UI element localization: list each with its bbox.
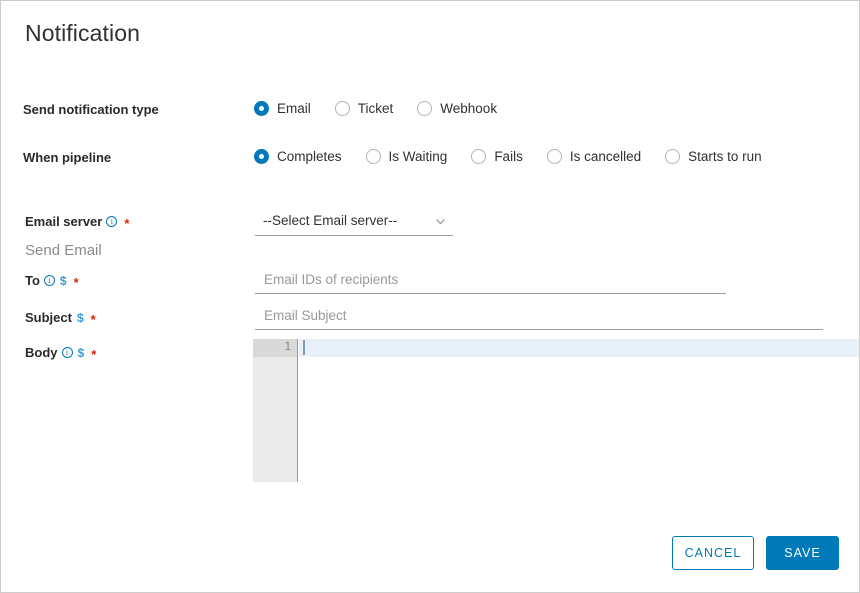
send-notification-type-label: Send notification type (23, 102, 159, 117)
radio-dot-email (254, 101, 269, 116)
required-marker: * (124, 216, 130, 231)
email-server-label: Email server * (25, 214, 130, 231)
body-label: Body $ * (25, 345, 97, 362)
radio-option-starts-to-run[interactable]: Starts to run (665, 149, 762, 164)
subject-input-placeholder: Email Subject (264, 308, 347, 323)
to-input-placeholder: Email IDs of recipients (264, 272, 399, 287)
radio-dot-starts-to-run (665, 149, 681, 164)
radio-option-webhook[interactable]: Webhook (417, 101, 497, 116)
radio-dot-webhook (417, 101, 433, 116)
to-label-text: To (25, 273, 40, 288)
body-label-text: Body (25, 345, 58, 360)
info-circle-icon[interactable] (106, 216, 118, 227)
body-code-editor[interactable]: 1 (253, 339, 859, 482)
radio-option-completes[interactable]: Completes (254, 149, 342, 164)
cancel-button[interactable]: CANCEL (672, 536, 754, 570)
info-circle-icon[interactable] (61, 347, 73, 358)
radio-option-is-cancelled[interactable]: Is cancelled (546, 149, 642, 164)
radio-label-starts-to-run: Starts to run (688, 149, 762, 164)
radio-label-fails: Fails (494, 149, 523, 164)
radio-option-is-waiting[interactable]: Is Waiting (365, 149, 448, 164)
required-marker: * (73, 275, 79, 290)
variable-dollar-icon[interactable]: $ (78, 346, 85, 360)
radio-label-webhook: Webhook (440, 101, 498, 116)
radio-option-email[interactable]: Email (254, 101, 311, 116)
editor-gutter: 1 (253, 339, 298, 482)
radio-dot-is-cancelled (546, 149, 562, 164)
variable-dollar-icon[interactable]: $ (77, 311, 84, 325)
send-email-section-title: Send Email (25, 242, 102, 259)
when-pipeline-label: When pipeline (23, 150, 112, 165)
editor-caret (303, 340, 305, 355)
radio-label-is-cancelled: Is cancelled (569, 149, 642, 164)
radio-dot-completes (254, 149, 269, 164)
when-pipeline-radiogroup[interactable]: Completes Is Waiting Fails Is cancelled … (254, 149, 762, 164)
save-button[interactable]: SAVE (766, 536, 839, 570)
required-marker: * (91, 347, 97, 362)
email-server-selected-value: --Select Email server-- (263, 213, 398, 228)
send-notification-type-radiogroup[interactable]: Email Ticket Webhook (254, 101, 497, 116)
to-label: To $ * (25, 273, 79, 290)
radio-option-fails[interactable]: Fails (471, 149, 523, 164)
info-circle-icon[interactable] (43, 275, 55, 286)
radio-label-completes: Completes (277, 149, 342, 164)
variable-dollar-icon[interactable]: $ (60, 274, 67, 288)
subject-label: Subject $ * (25, 310, 96, 327)
editor-line-number: 1 (284, 340, 291, 353)
radio-dot-is-waiting (365, 149, 381, 164)
required-marker: * (90, 312, 96, 327)
email-server-label-text: Email server (25, 214, 103, 229)
to-input[interactable]: Email IDs of recipients (255, 270, 726, 294)
subject-label-text: Subject (25, 310, 72, 325)
page-title: Notification (25, 20, 140, 46)
chevron-down-icon (436, 219, 445, 227)
radio-dot-fails (471, 149, 487, 164)
radio-label-ticket: Ticket (357, 101, 394, 116)
notification-dialog: Notification Send notification type Emai… (0, 0, 860, 593)
subject-input[interactable]: Email Subject (255, 306, 823, 330)
radio-option-ticket[interactable]: Ticket (334, 101, 394, 116)
radio-label-is-waiting: Is Waiting (388, 149, 448, 164)
radio-label-email: Email (277, 101, 311, 116)
editor-active-line (299, 339, 859, 357)
email-server-select[interactable]: --Select Email server-- (255, 210, 453, 236)
radio-dot-ticket (334, 101, 350, 116)
